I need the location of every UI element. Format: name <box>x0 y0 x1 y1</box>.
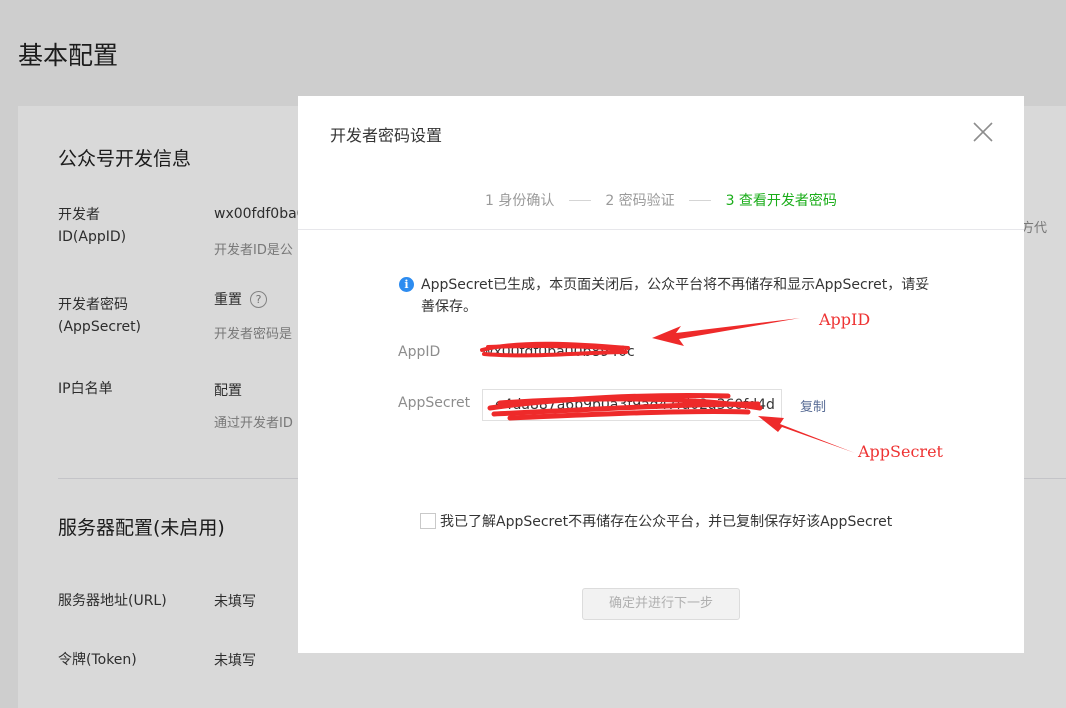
close-icon[interactable] <box>972 121 994 143</box>
appsecret-label: AppSecret <box>398 395 471 411</box>
info-icon: i <box>399 277 414 292</box>
step-separator <box>568 199 591 201</box>
step-2: 2 密码验证 <box>605 193 675 209</box>
confirm-label: 我已了解AppSecret不再储存在公众平台，并已复制保存好该AppSecret <box>440 514 893 530</box>
appid-value: wx00fdf0ba00b8940c <box>482 344 635 360</box>
appsecret-field[interactable]: e4da887a6b9b0a3f9ad47fd02a360fd4d <box>482 389 782 421</box>
appsecret-annotation-text: AppSecret <box>858 442 943 461</box>
step-indicator: 1 身份确认 2 密码验证 3 查看开发者密码 <box>298 190 1024 210</box>
dialog-title: 开发者密码设置 <box>330 126 443 145</box>
step-3-active: 3 查看开发者密码 <box>725 193 837 209</box>
confirm-checkbox[interactable] <box>420 513 436 529</box>
dialog-divider <box>298 229 1024 230</box>
copy-link[interactable]: 复制 <box>800 396 826 415</box>
step-1: 1 身份确认 <box>485 193 555 209</box>
step-separator <box>689 199 712 201</box>
appid-annotation-text: AppID <box>819 310 871 329</box>
confirm-checkbox-row[interactable]: 我已了解AppSecret不再储存在公众平台，并已复制保存好该AppSecret <box>420 511 892 531</box>
next-step-button[interactable]: 确定并进行下一步 <box>582 588 740 620</box>
appid-label: AppID <box>398 344 441 360</box>
developer-secret-dialog: 开发者密码设置 1 身份确认 2 密码验证 3 查看开发者密码 i AppSec… <box>298 96 1024 653</box>
